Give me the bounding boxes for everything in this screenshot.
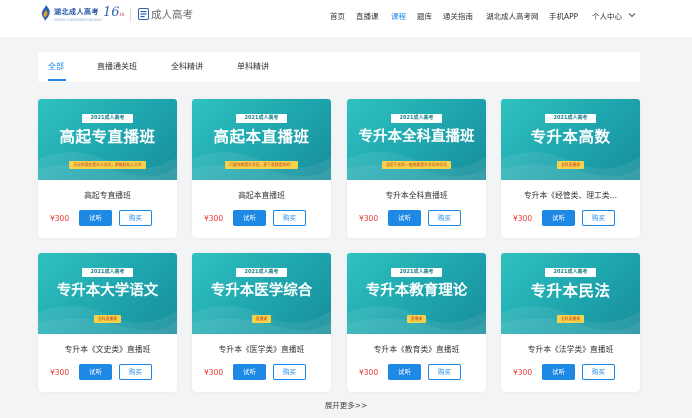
top-header: 湖北成人高考 HUBEI CHENGREN GAOKAO 16th 成人高考 首…: [0, 0, 692, 37]
buy-button[interactable]: 购买: [273, 364, 306, 380]
logo-subtitle: HUBEI CHENGREN GAOKAO: [54, 18, 103, 22]
banner-slogan: 只要你想提升学历，那下面就是你的！: [225, 161, 298, 169]
course-card[interactable]: 2021成人高考 专升本医学综合 直播课 专升本《医学类》直播班 ¥300 试听…: [192, 253, 331, 392]
course-price: ¥300: [513, 368, 533, 377]
try-listen-button[interactable]: 试听: [388, 364, 421, 380]
banner-title: 专升本医学综合: [210, 283, 313, 299]
banner-year-label: 2021成人高考: [235, 268, 288, 277]
active-tab-indicator: [48, 79, 66, 81]
banner-year-label: 2021成人高考: [81, 268, 134, 277]
course-name[interactable]: 专升本《法学类》直播班: [501, 344, 640, 355]
tab-live-pass[interactable]: 直播通关班: [97, 61, 137, 72]
secondary-brand-text: 成人高考: [151, 9, 193, 21]
nav-user-center[interactable]: 个人中心: [592, 11, 622, 22]
try-listen-button[interactable]: 试听: [79, 364, 112, 380]
load-more-link[interactable]: 展开更多>>: [0, 400, 692, 411]
nav-courses[interactable]: 课程: [391, 11, 406, 22]
try-listen-button[interactable]: 试听: [233, 210, 266, 226]
course-name[interactable]: 专升本《文史类》直播班: [38, 344, 177, 355]
course-banner[interactable]: 2021成人高考 高起本直播班 只要你想提升学历，那下面就是你的！: [192, 99, 331, 180]
banner-slogan: 直播课: [251, 315, 272, 323]
logo-title: 湖北成人高考: [54, 8, 99, 16]
course-banner[interactable]: 2021成人高考 专升本教育理论 直播课: [347, 253, 486, 334]
banner-slogan: 全科直播课: [557, 315, 584, 323]
banner-slogan: 适用于在职一般想要提升学历的学员: [382, 161, 451, 169]
banner-year-label: 2021成人高考: [390, 114, 443, 123]
course-name[interactable]: 高起本直播班: [192, 190, 331, 201]
try-listen-button[interactable]: 试听: [542, 364, 575, 380]
course-card[interactable]: 2021成人高考 专升本民法 全科直播课 专升本《法学类》直播班 ¥300 试听…: [501, 253, 640, 392]
try-listen-button[interactable]: 试听: [388, 210, 421, 226]
buy-button[interactable]: 购买: [582, 364, 615, 380]
nav-live-courses[interactable]: 直播课: [356, 11, 379, 22]
logo-anniversary-badge: 16th: [103, 5, 125, 20]
course-price: ¥300: [204, 214, 224, 223]
nav-mobile-app[interactable]: 手机APP: [549, 11, 578, 22]
banner-slogan: 无论你现在是什么学历，都能轻松入大学: [69, 161, 146, 169]
course-price: ¥300: [359, 214, 379, 223]
banner-title: 专升本全科直播班: [358, 129, 475, 145]
banner-year-label: 2021成人高考: [544, 114, 597, 123]
course-card[interactable]: 2021成人高考 专升本全科直播班 适用于在职一般想要提升学历的学员 专升本全科…: [347, 99, 486, 238]
banner-year-label: 2021成人高考: [544, 268, 597, 277]
banner-title: 专升本高数: [530, 128, 611, 146]
nav-exam-guide[interactable]: 通关指南: [443, 11, 473, 22]
course-banner[interactable]: 2021成人高考 高起专直播班 无论你现在是什么学历，都能轻松入大学: [38, 99, 177, 180]
logo-flame-icon: [41, 5, 50, 21]
banner-title: 高起本直播班: [213, 128, 310, 146]
buy-button[interactable]: 购买: [428, 364, 461, 380]
tab-single-subject[interactable]: 单科精讲: [237, 61, 269, 72]
nav-question-bank[interactable]: 题库: [417, 11, 432, 22]
course-price: ¥300: [204, 368, 224, 377]
site-logo[interactable]: 湖北成人高考 HUBEI CHENGREN GAOKAO 16th: [40, 4, 126, 26]
course-category-tabs: 全部 直播通关班 全科精讲 单科精讲: [38, 52, 640, 82]
nav-home[interactable]: 首页: [330, 11, 345, 22]
course-banner[interactable]: 2021成人高考 专升本医学综合 直播课: [192, 253, 331, 334]
course-banner[interactable]: 2021成人高考 专升本民法 全科直播课: [501, 253, 640, 334]
banner-title: 专升本民法: [530, 282, 611, 300]
banner-year-label: 2021成人高考: [390, 268, 443, 277]
try-listen-button[interactable]: 试听: [542, 210, 575, 226]
banner-title: 专升本大学语文: [56, 283, 159, 299]
tab-full-subject[interactable]: 全科精讲: [171, 61, 203, 72]
course-banner[interactable]: 2021成人高考 专升本全科直播班 适用于在职一般想要提升学历的学员: [347, 99, 486, 180]
course-card[interactable]: 2021成人高考 专升本大学语文 全科直播课 专升本《文史类》直播班 ¥300 …: [38, 253, 177, 392]
buy-button[interactable]: 购买: [119, 364, 152, 380]
banner-slogan: 全科直播课: [94, 315, 121, 323]
course-card[interactable]: 2021成人高考 专升本教育理论 直播课 专升本《教育类》直播班 ¥300 试听…: [347, 253, 486, 392]
buy-button[interactable]: 购买: [428, 210, 461, 226]
banner-year-label: 2021成人高考: [235, 114, 288, 123]
course-card[interactable]: 2021成人高考 高起专直播班 无论你现在是什么学历，都能轻松入大学 高起专直播…: [38, 99, 177, 238]
course-price: ¥300: [359, 368, 379, 377]
course-price: ¥300: [50, 368, 70, 377]
course-name[interactable]: 专升本《经管类、理工类...: [501, 190, 640, 201]
course-name[interactable]: 专升本《医学类》直播班: [192, 344, 331, 355]
banner-year-label: 2021成人高考: [81, 114, 134, 123]
brand-book-icon: [138, 8, 149, 20]
header-divider: [130, 8, 131, 22]
nav-hubei-site[interactable]: 湖北成人高考网: [486, 11, 539, 22]
course-price: ¥300: [513, 214, 533, 223]
course-card[interactable]: 2021成人高考 专升本高数 全科直播课 专升本《经管类、理工类... ¥300…: [501, 99, 640, 238]
tab-all[interactable]: 全部: [48, 61, 64, 72]
buy-button[interactable]: 购买: [119, 210, 152, 226]
course-price: ¥300: [50, 214, 70, 223]
try-listen-button[interactable]: 试听: [233, 364, 266, 380]
banner-slogan: 全科直播课: [557, 161, 584, 169]
banner-title: 专升本教育理论: [365, 283, 468, 299]
course-name[interactable]: 高起专直播班: [38, 190, 177, 201]
buy-button[interactable]: 购买: [582, 210, 615, 226]
buy-button[interactable]: 购买: [273, 210, 306, 226]
course-name[interactable]: 专升本《教育类》直播班: [347, 344, 486, 355]
course-card[interactable]: 2021成人高考 高起本直播班 只要你想提升学历，那下面就是你的！ 高起本直播班…: [192, 99, 331, 238]
chevron-down-icon[interactable]: [628, 12, 636, 18]
try-listen-button[interactable]: 试听: [79, 210, 112, 226]
banner-title: 高起专直播班: [59, 128, 156, 146]
course-banner[interactable]: 2021成人高考 专升本高数 全科直播课: [501, 99, 640, 180]
course-name[interactable]: 专升本全科直播班: [347, 190, 486, 201]
course-banner[interactable]: 2021成人高考 专升本大学语文 全科直播课: [38, 253, 177, 334]
banner-slogan: 直播课: [406, 315, 427, 323]
